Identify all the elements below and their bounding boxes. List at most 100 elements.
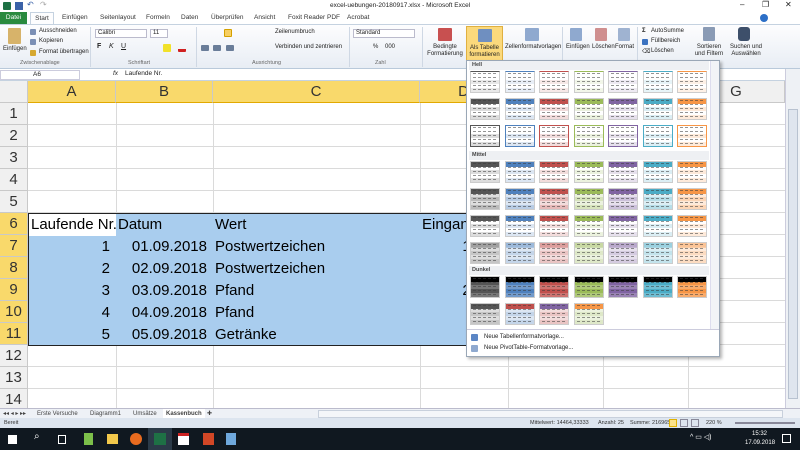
column-header-b[interactable]: B (116, 81, 213, 103)
table-style-swatch[interactable] (608, 161, 638, 183)
clock-date[interactable]: 17.09.2018 (745, 440, 775, 446)
cut-button[interactable]: Ausschneiden (39, 28, 77, 34)
help-icon[interactable] (760, 14, 768, 22)
table-style-gallery[interactable]: Hell Mittel Dunkel Neue Tabellenformatvo… (466, 60, 720, 357)
font-name-select[interactable]: Calibri (95, 29, 147, 38)
row-header-11[interactable]: 11 (0, 323, 28, 345)
paste-button[interactable]: Einfügen (3, 46, 27, 52)
row-header-13[interactable]: 13 (0, 367, 28, 389)
underline-button[interactable]: U (121, 43, 126, 50)
fill-button[interactable]: Füllbereich (651, 38, 680, 44)
table-cell[interactable]: Getränke (215, 324, 420, 346)
table-style-swatch[interactable] (539, 215, 569, 237)
active-cell-a6[interactable]: Laufende Nr. (29, 214, 116, 236)
fill-color-icon[interactable] (163, 44, 171, 52)
table-style-swatch[interactable] (504, 125, 535, 147)
search-icon[interactable]: ⌕ (34, 431, 40, 442)
font-color-icon[interactable] (178, 44, 186, 52)
row-header-7[interactable]: 7 (0, 235, 28, 257)
new-table-style-item[interactable]: Neue Tabellenformatvorlage... (484, 334, 564, 340)
table-style-swatch[interactable] (539, 125, 569, 147)
windows-start-icon[interactable] (8, 435, 17, 444)
table-style-swatch[interactable] (470, 303, 500, 325)
align-middle-icon[interactable] (224, 29, 232, 37)
number-format-select[interactable]: Standard (353, 29, 415, 38)
table-cell[interactable]: 04.09.2018 (118, 302, 210, 324)
header-wert[interactable]: Wert (215, 214, 420, 236)
table-style-swatch[interactable] (573, 71, 604, 93)
powerpoint-icon[interactable] (203, 433, 214, 445)
align-left-icon[interactable] (201, 45, 209, 51)
table-style-swatch[interactable] (539, 161, 569, 183)
table-style-swatch[interactable] (504, 276, 535, 298)
table-style-swatch[interactable] (677, 215, 707, 237)
minimize-button[interactable]: – (740, 0, 744, 9)
table-style-swatch[interactable] (573, 161, 604, 183)
table-cell[interactable]: Pfand (215, 280, 420, 302)
name-box[interactable]: A6 (0, 70, 80, 80)
find-select-button[interactable]: Suchen und Auswählen (727, 44, 765, 58)
tab-formeln[interactable]: Formeln (146, 12, 170, 24)
file-explorer-icon[interactable] (107, 434, 118, 444)
row-header-9[interactable]: 9 (0, 279, 28, 301)
font-size-select[interactable]: 11 (150, 29, 168, 38)
table-style-swatch[interactable] (573, 242, 604, 264)
column-header-c[interactable]: C (213, 81, 420, 103)
tab-foxit[interactable]: Foxit Reader PDF (288, 12, 340, 24)
autosum-button[interactable]: AutoSumme (651, 28, 684, 34)
tab-acrobat[interactable]: Acrobat (347, 12, 369, 24)
insert-cells-button[interactable]: Einfügen (566, 44, 590, 50)
table-style-swatch[interactable] (573, 188, 604, 210)
tab-seitenlayout[interactable]: Seitenlayout (100, 12, 136, 24)
table-style-swatch[interactable] (642, 188, 673, 210)
save-icon[interactable] (15, 2, 23, 10)
gallery-scrollbar[interactable] (710, 61, 719, 329)
table-cell[interactable]: 1 (29, 236, 113, 258)
bold-button[interactable]: F (97, 43, 101, 50)
table-style-swatch[interactable] (573, 98, 604, 120)
table-style-swatch[interactable] (608, 215, 638, 237)
tab-start[interactable]: Start (30, 12, 54, 24)
table-cell[interactable]: 4 (29, 302, 113, 324)
table-style-swatch[interactable] (677, 125, 707, 147)
zoom-slider[interactable] (735, 422, 795, 424)
thousands-button[interactable]: 000 (385, 44, 395, 50)
restore-button[interactable]: ❐ (762, 0, 769, 9)
new-pivot-style-item[interactable]: Neue PivotTable-Formatvorlage... (484, 345, 573, 351)
vertical-scrollbar[interactable] (785, 69, 800, 408)
row-header-4[interactable]: 4 (0, 169, 28, 191)
column-header-a[interactable]: A (28, 81, 116, 103)
table-cell[interactable]: 5 (29, 324, 113, 346)
align-center-icon[interactable] (213, 45, 221, 51)
table-cell[interactable]: 01.09.2018 (118, 236, 210, 258)
task-view-icon[interactable] (58, 435, 66, 444)
table-style-swatch[interactable] (539, 303, 569, 325)
delete-cells-button[interactable]: Löschen (592, 44, 615, 50)
table-cell[interactable]: 03.09.2018 (118, 280, 210, 302)
table-style-swatch[interactable] (642, 276, 673, 298)
view-layout-button[interactable] (680, 419, 688, 427)
clock-time[interactable]: 15:32 (752, 431, 767, 437)
table-style-swatch[interactable] (642, 125, 673, 147)
merge-center-button[interactable]: Verbinden und zentrieren (275, 44, 342, 50)
horizontal-scrollbar[interactable] (318, 410, 783, 418)
tray-icons[interactable]: ^ ▭ ◁) (690, 433, 712, 441)
table-style-swatch[interactable] (470, 276, 500, 298)
row-header-12[interactable]: 12 (0, 345, 28, 367)
table-style-swatch[interactable] (470, 98, 500, 120)
conditional-format-button[interactable]: Bedingte Formatierung (425, 44, 465, 58)
table-style-swatch[interactable] (608, 276, 638, 298)
clear-button[interactable]: Löschen (651, 48, 674, 54)
table-style-swatch[interactable] (608, 125, 638, 147)
table-style-swatch[interactable] (642, 215, 673, 237)
table-style-swatch[interactable] (573, 215, 604, 237)
table-style-swatch[interactable] (608, 188, 638, 210)
fx-icon[interactable]: fx (113, 70, 118, 77)
table-style-swatch[interactable] (677, 188, 707, 210)
table-style-swatch[interactable] (608, 98, 638, 120)
table-style-swatch[interactable] (677, 71, 707, 93)
tab-ueberpruefen[interactable]: Überprüfen (211, 12, 244, 24)
table-style-swatch[interactable] (470, 215, 500, 237)
table-cell[interactable]: 02.09.2018 (118, 258, 210, 280)
table-style-swatch[interactable] (642, 161, 673, 183)
